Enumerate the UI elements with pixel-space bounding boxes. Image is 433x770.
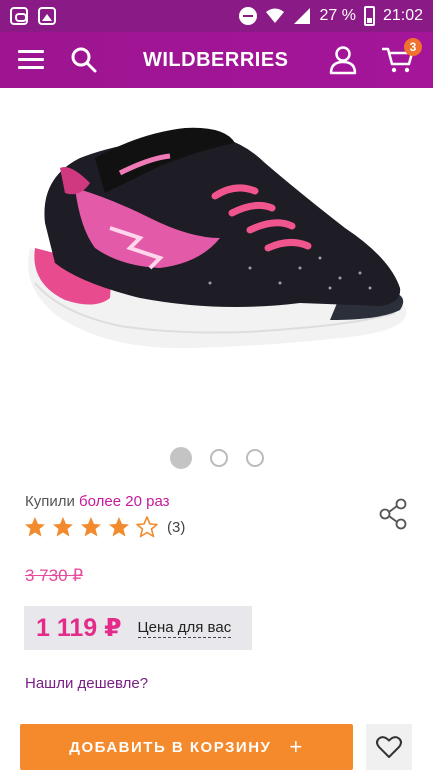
share-icon[interactable] bbox=[378, 498, 410, 530]
menu-button[interactable] bbox=[18, 50, 44, 70]
star-filled-icon bbox=[25, 517, 45, 537]
wishlist-button[interactable] bbox=[366, 724, 412, 770]
rating[interactable]: (3) bbox=[23, 515, 185, 539]
clock: 21:02 bbox=[382, 7, 423, 24]
menu-icon-line bbox=[18, 66, 44, 69]
menu-icon bbox=[18, 50, 44, 53]
purchase-count: Купили более 20 раз bbox=[25, 493, 170, 510]
purchase-count-prefix: Купили bbox=[25, 493, 75, 510]
add-to-cart-button[interactable]: ДОБАВИТЬ В КОРЗИНУ + bbox=[20, 724, 353, 770]
battery-percent: 27 % bbox=[319, 7, 356, 24]
star-empty-icon bbox=[136, 516, 158, 538]
image-notification-icon bbox=[38, 7, 56, 25]
plus-icon: + bbox=[289, 734, 304, 759]
status-bar: 27 % 21:02 bbox=[0, 0, 433, 32]
battery-icon bbox=[363, 6, 375, 26]
add-to-cart-label: ДОБАВИТЬ В КОРЗИНУ bbox=[69, 738, 272, 756]
sneaker-image bbox=[28, 127, 407, 349]
logo[interactable]: WILDBERRIES bbox=[143, 49, 289, 72]
star-filled-icon bbox=[81, 517, 101, 537]
price-box: 1 119 ₽ Цена для вас bbox=[24, 606, 252, 650]
gallery-dot-2[interactable] bbox=[209, 449, 228, 467]
star-filled-icon bbox=[109, 517, 129, 537]
personal-price-link[interactable]: Цена для вас bbox=[137, 619, 232, 638]
purchase-count-value: более 20 раз bbox=[79, 493, 170, 510]
star-filled-icon bbox=[53, 517, 73, 537]
reviews-count[interactable]: (3) bbox=[167, 519, 185, 536]
gallery-dot-1[interactable] bbox=[169, 447, 192, 469]
app-notification-icon bbox=[10, 7, 28, 25]
app-header: WILDBERRIES bbox=[0, 32, 433, 88]
current-price: 1 119 ₽ bbox=[36, 614, 122, 642]
heart-icon bbox=[376, 736, 402, 758]
wifi-icon bbox=[266, 8, 285, 23]
menu-icon-line bbox=[18, 58, 44, 61]
found-cheaper-link[interactable]: Нашли дешевле? bbox=[25, 675, 148, 692]
product-image-gallery[interactable] bbox=[0, 88, 433, 440]
do-not-disturb-icon bbox=[239, 7, 258, 25]
gallery-pagination bbox=[0, 446, 433, 470]
signal-icon bbox=[294, 8, 311, 24]
gallery-dot-3[interactable] bbox=[245, 449, 264, 467]
status-indicators: 27 % 21:02 bbox=[239, 6, 423, 26]
cart-count-badge: 3 bbox=[404, 38, 422, 56]
search-icon[interactable] bbox=[70, 46, 98, 74]
old-price: 3 730 ₽ bbox=[25, 566, 84, 585]
profile-icon[interactable] bbox=[328, 45, 358, 75]
status-notifications bbox=[10, 7, 56, 25]
